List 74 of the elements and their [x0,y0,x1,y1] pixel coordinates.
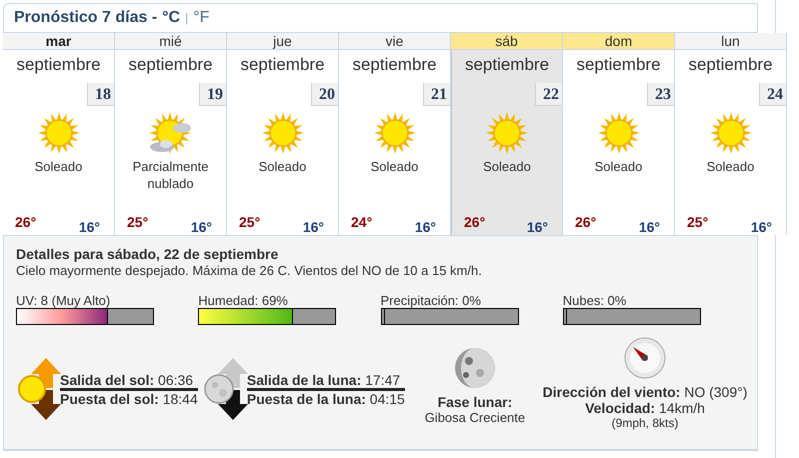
date-badge: 22 [535,83,562,106]
date-badge: 20 [311,83,338,106]
low-temperature: 16° [750,218,772,237]
forecast-summary: Cielo mayormente despejado. Máxima de 26 C. Vientos del NO de 10 a 15 km/h. [16,263,483,279]
set-time: Puesta del sol: 18:44 [60,390,198,406]
meter-label: Nubes: 0% [562,293,628,308]
wind-speed-alt: (9mph, 8kts) [612,416,678,431]
condition-label: Soleado [34,158,84,175]
sunrise-sunset-drawing [16,358,62,420]
low-temperature: 16° [414,218,436,237]
unit-separator: | [185,10,188,26]
sun-icon [485,111,529,155]
high-temperature: 25° [239,213,260,232]
details-heading: Detalles para sábado, 22 de septiembre [16,246,280,263]
date-badge: 23 [647,83,674,106]
low-temperature: 16° [638,218,660,237]
sun-icon [36,111,80,155]
high-temperature: 26° [464,213,486,232]
condition-label: Parcialmente nublado [132,158,210,192]
sun-icon [596,111,640,155]
weekday-tab[interactable]: mié [115,33,227,50]
sun-icon [372,111,416,155]
month-label: septiembre [15,54,102,75]
moonrise-moonset-drawing [202,358,249,420]
month-label: septiembre [351,54,438,75]
weekday-tab[interactable]: dom [563,33,675,50]
sun-and-clouds-icon [148,111,194,155]
date-badge: 21 [423,83,450,106]
rise-time: Salida del sol: 06:36 [60,372,198,390]
unit-link[interactable]: °C [162,6,180,30]
weekday-tab[interactable]: lun [675,33,787,50]
set-time: Puesta de la luna: 04:15 [246,390,405,406]
month-label: septiembre [239,54,326,75]
low-temperature: 16° [526,218,548,237]
condition-label: Soleado [706,158,756,175]
sun-icon [260,111,304,155]
month-label: septiembre [687,54,774,75]
wind-speed: Velocidad: 14km/h [585,400,705,416]
high-temperature: 26° [15,213,36,232]
sun-icon [708,111,752,155]
month-label: septiembre [575,54,662,75]
low-temperature: 16° [78,218,100,237]
moon-icon [454,347,496,389]
condition-label: Soleado [594,158,644,175]
low-temperature: 16° [302,218,324,237]
meter-label: Humedad: 69% [198,293,289,308]
meter-label: Precipitación: 0% [380,293,482,308]
weekday-tab[interactable]: jue [227,33,339,50]
high-temperature: 25° [687,213,708,232]
moon-phase-value: Gibosa Creciente [424,410,526,426]
date-badge: 24 [759,83,786,106]
low-temperature: 16° [190,218,212,237]
high-temperature: 24° [351,213,372,232]
condition-label: Soleado [258,158,308,175]
weekday-tab[interactable]: sáb [451,33,563,50]
moon-phase-label: Fase lunar: [438,394,512,410]
condition-label: Soleado [482,158,532,175]
date-badge: 19 [199,83,226,106]
day-card[interactable]: septiembre 18 Soleado 26° 16° [3,50,115,235]
meter-label: UV: 8 (Muy Alto) [16,293,112,308]
unit-link[interactable]: °F [193,6,210,30]
weekday-tab[interactable]: vie [339,33,451,50]
weekday-tab[interactable]: mar [3,33,115,50]
condition-label: Soleado [370,158,420,175]
day-card[interactable]: septiembre 22 Soleado 26° 16° [451,50,563,235]
rise-time: Salida de la luna: 17:47 [246,372,405,390]
high-temperature: 26° [575,213,596,232]
wind-direction: Dirección del viento: NO (309°) [542,384,748,400]
date-badge: 18 [87,83,114,106]
panel-title: Pronóstico 7 días - [14,8,158,28]
month-label: septiembre [127,54,214,75]
month-label: septiembre [464,54,550,75]
compass-icon [624,337,666,379]
high-temperature: 25° [127,213,148,232]
